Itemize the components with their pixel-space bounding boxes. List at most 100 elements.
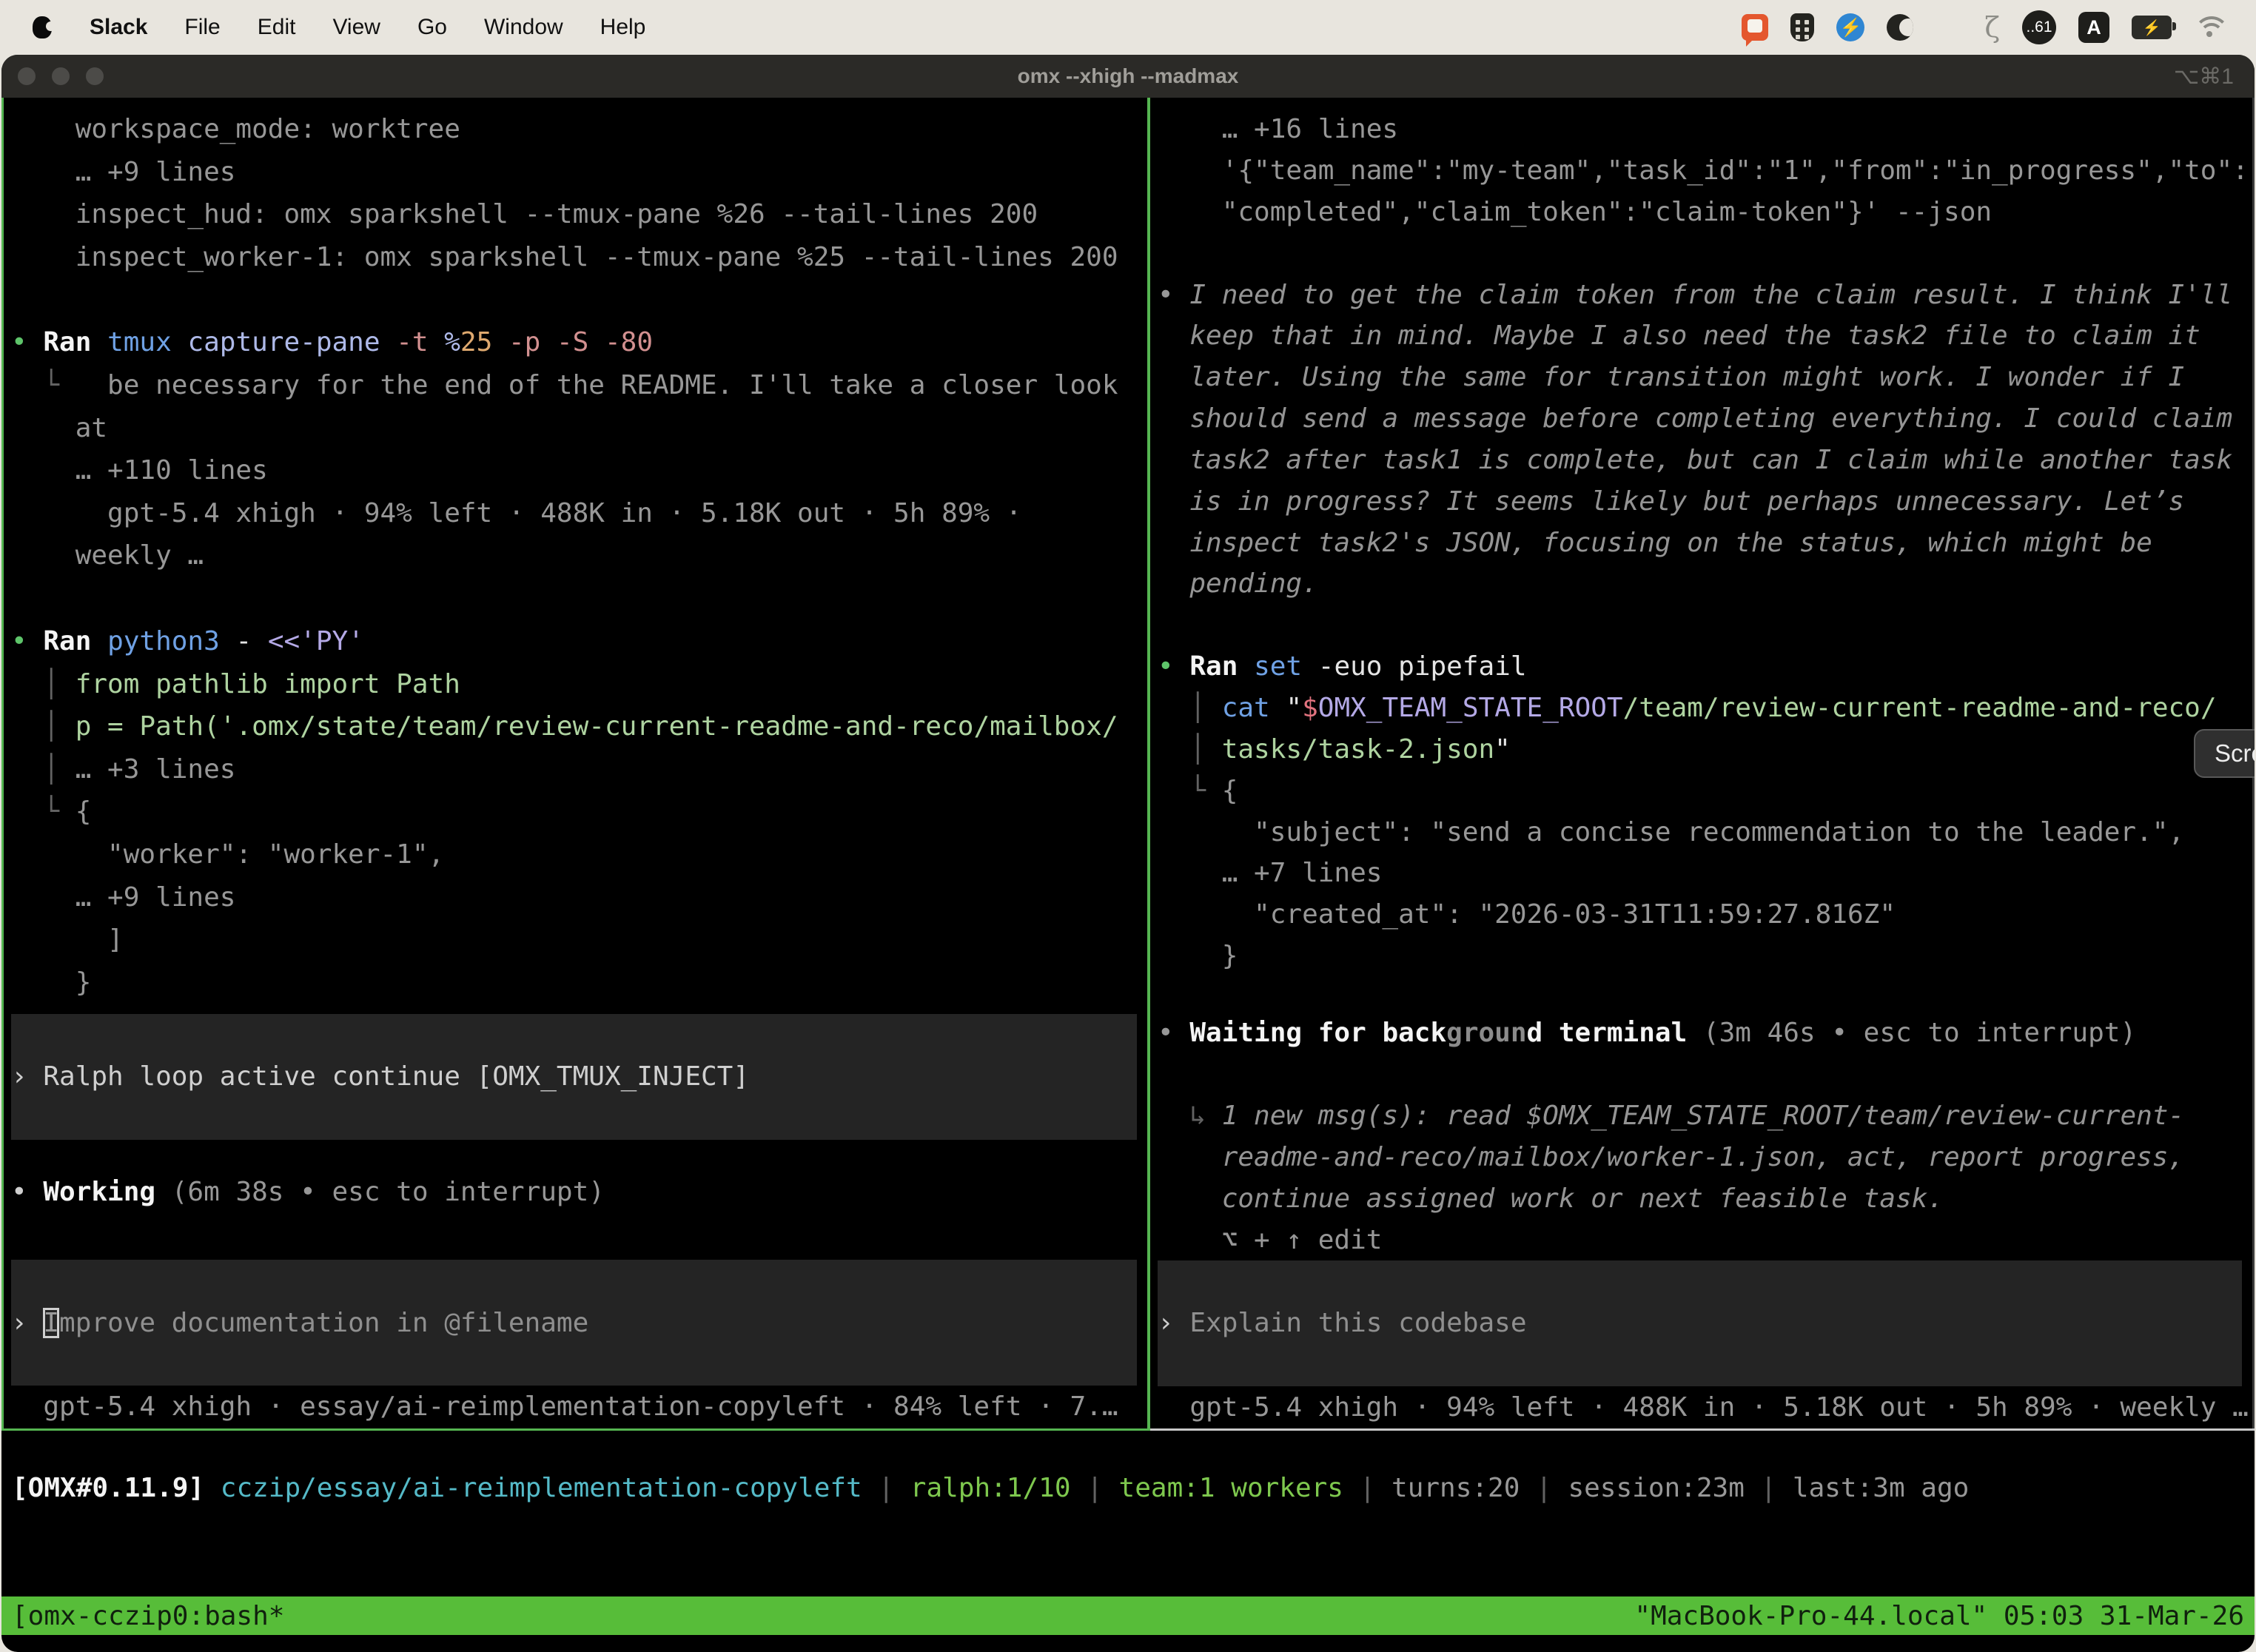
text-segment [1158,445,1189,475]
chat-app-icon[interactable] [1742,14,1768,41]
terminal-line: task2 after task1 is complete, but can I… [1158,439,2252,480]
text-segment [1158,568,1189,599]
terminal-line: inspect_worker-1: omx sparkshell --tmux-… [11,236,1147,279]
terminal-line: '{"team_name":"my-team","task_id":"1","f… [1158,150,2252,191]
squiggle-icon[interactable]: ζ [1984,11,2000,44]
text-segment: python3 [107,626,235,657]
terminal-line: … +9 lines [11,876,1147,919]
menu-slack[interactable]: Slack [71,15,166,39]
menu-go[interactable]: Go [399,15,466,39]
text-segment: I [43,1308,59,1338]
text-segment: └ [1158,776,1222,806]
prompt-input-line[interactable]: › Explain this codebase [1158,1302,2242,1345]
terminal-line: "worker": "worker-1", [11,833,1147,876]
pane-bottom-group: › Improve documentation in @filename gpt… [11,1260,1147,1428]
tmux-status-bar: [omx-cczip0:bash* "MacBook-Pro-44.local"… [1,1596,2255,1635]
text-segment: Ran [43,327,107,357]
text-segment: └ [11,370,107,400]
terminal-line: … +110 lines [11,449,1147,492]
a-app-icon[interactable]: A [2078,12,2109,43]
text-segment: ] [11,924,124,955]
text-segment: inspect_hud: omx sparkshell --tmux-pane … [11,199,1038,229]
terminal-line: at [11,407,1147,450]
moon-toggle-icon[interactable] [1887,14,1913,41]
text-segment: › [11,1061,43,1092]
pane-status-line: gpt-5.4 xhigh · 94% left · 488K in · 5.1… [1158,1386,2252,1429]
menu-status-icons: ⚡ ζ ..61 A ⚡ [1742,10,2234,44]
grid-dots-icon[interactable] [1936,14,1962,41]
apple-menu-icon[interactable] [33,16,52,38]
window-title-bar[interactable]: omx --xhigh --madmax ⌥⌘1 [1,55,2255,98]
text-segment: └ [11,796,75,827]
text-segment: ⌥ + ↑ edit [1158,1225,1382,1255]
text-segment: │ [11,711,75,742]
text-segment: │ [11,669,75,699]
menu-window[interactable]: Window [466,15,582,39]
text-segment: "completed","claim_token":"claim-token"}… [1158,197,1992,227]
terminal-line: keep that in mind. Maybe I also need the… [1158,315,2252,356]
prompt-input[interactable]: › Explain this codebase [1158,1260,2242,1386]
text-segment: capture-pane [187,327,396,357]
terminal-line: readme-and-reco/mailbox/worker-1.json, a… [1158,1136,2252,1178]
terminal-line: should send a message before completing … [1158,397,2252,439]
spacer [1158,1053,2252,1095]
text-segment: tmux [107,327,187,357]
terminal-line: continue assigned work or next feasible … [1158,1178,2252,1219]
menu-bar: SlackFileEditViewGoWindowHelp ⚡ ζ ..61 A… [0,0,2256,55]
text-segment [1158,403,1189,434]
prompt-input-line[interactable]: › Improve documentation in @filename [11,1302,1137,1345]
terminal-line: • Ran python3 - <<'PY' [11,620,1147,663]
menu-edit[interactable]: Edit [239,15,315,39]
text-segment: cczip/essay/ai-reimplementation-copyleft [221,1473,879,1503]
terminal-line: │ … +3 lines [11,748,1147,791]
text-segment: … +9 lines [11,882,235,913]
terminal-line: └ { [1158,770,2252,811]
text-segment: '{"team_name":"my-team","task_id":"1","f… [1158,155,2249,186]
text-segment: gpt-5.4 xhigh · essay/ai-reimplementatio… [11,1391,1118,1422]
text-segment: workspace_mode: worktree [11,114,460,144]
text-segment: team:1 workers [1119,1473,1360,1503]
menu-items: SlackFileEditViewGoWindowHelp [71,15,664,40]
terminal-line: • I need to get the claim token from the… [1158,274,2252,315]
text-segment: from pathlib import Path [75,669,460,699]
spacer [11,1140,1147,1171]
text-segment: } [1158,941,1238,971]
text-segment [1158,320,1189,351]
text-segment [1158,362,1189,392]
text-segment: (6m 38s • esc to interrupt) [172,1177,605,1207]
text-segment: -euo pipefail [1318,651,1527,682]
shield-icon[interactable] [1790,13,1814,41]
text-segment: " [1494,734,1511,765]
text-segment: • [1158,1018,1189,1048]
screen-tooltip[interactable]: Scre [2194,729,2255,778]
text-segment: d terminal [1527,1018,1703,1048]
prompt-input[interactable]: › Improve documentation in @filename [11,1260,1137,1386]
text-segment: Ran [43,626,107,657]
menu-view[interactable]: View [314,15,398,39]
text-segment: p = Path('.omx/state/team/review-current… [75,711,1118,742]
text-segment: at [11,413,107,443]
text-segment: /team/review-current-readme-and-reco/ [1623,693,2217,723]
left-pane[interactable]: workspace_mode: worktree … +9 lines insp… [4,98,1147,1428]
menu-file[interactable]: File [166,15,238,39]
terminal-line: gpt-5.4 xhigh · 94% left · 488K in · 5.1… [11,492,1147,535]
text-segment: │ [1158,693,1222,723]
terminal-line: … +16 lines [1158,108,2252,150]
text-segment: turns:20 [1391,1473,1536,1503]
battery-percent-badge[interactable]: ..61 [2022,10,2056,44]
text-segment: Working [43,1177,171,1207]
text-segment: session:23m [1568,1473,1760,1503]
right-pane[interactable]: … +16 lines '{"team_name":"my-team","tas… [1150,98,2255,1428]
terminal-line: └ be necessary for the end of the README… [11,364,1147,407]
spacer [11,1004,1147,1014]
blue-app-icon[interactable]: ⚡ [1836,13,1864,41]
text-segment: tasks/task-2.json [1222,734,1494,765]
wifi-icon[interactable] [2194,15,2226,40]
text-segment: gpt-5.4 xhigh · 94% left · 488K in · 5.1… [11,498,1021,528]
text-segment: inspect task2's JSON, focusing on the st… [1189,528,2152,558]
text-segment: } [11,967,91,998]
text-segment: continue assigned work or next feasible … [1222,1183,1944,1214]
text-segment: task2 after task1 is complete, but can I… [1189,445,2232,475]
menu-help[interactable]: Help [582,15,665,39]
battery-icon[interactable]: ⚡ [2132,16,2172,39]
